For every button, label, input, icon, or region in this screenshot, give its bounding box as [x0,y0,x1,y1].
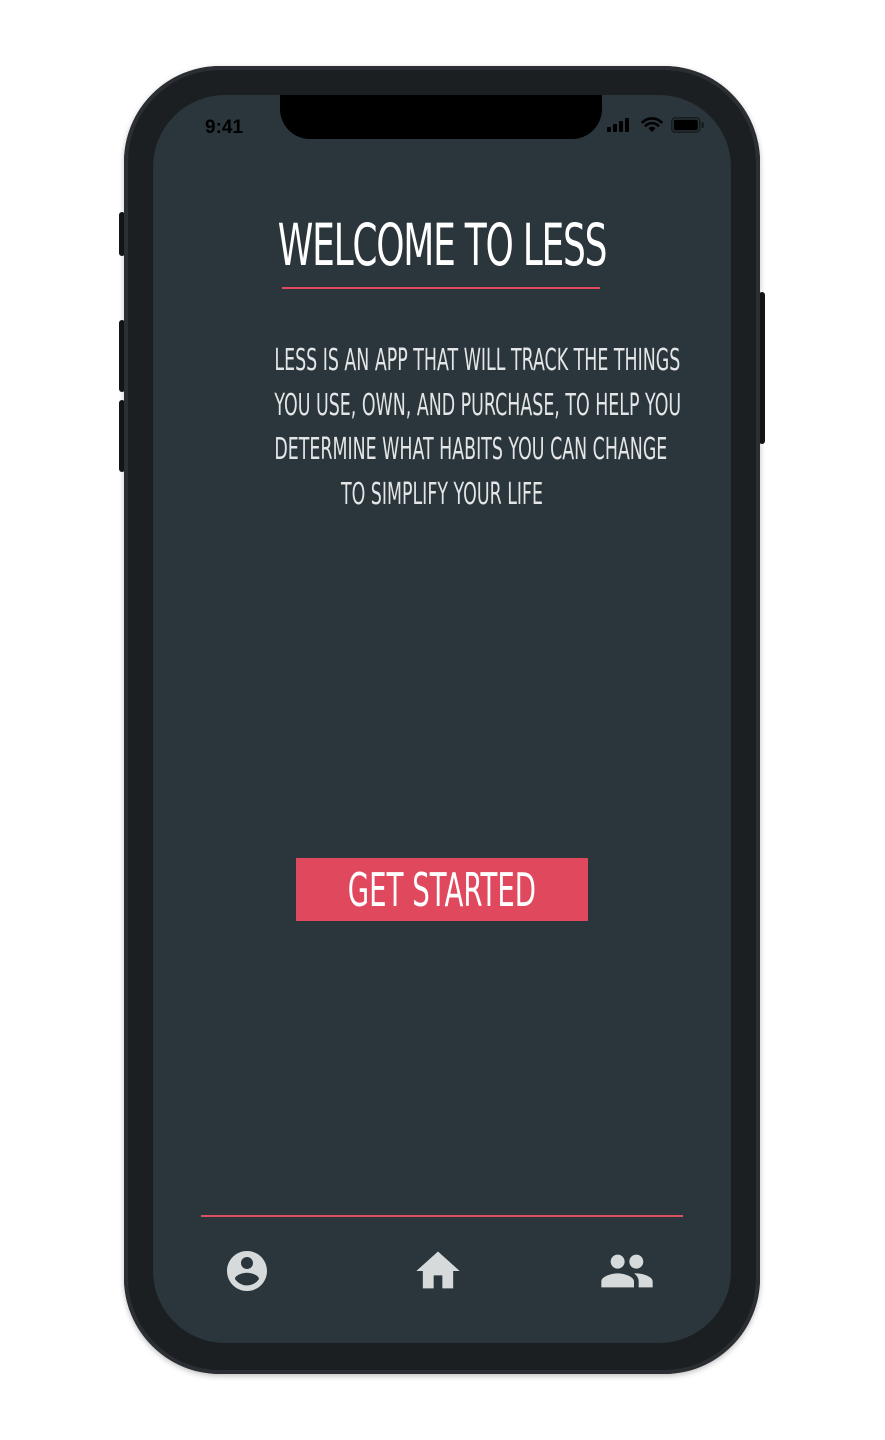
page-title: WELCOME TO LESS [277,211,608,279]
status-time: 9:41 [205,117,244,138]
bottom-tab-bar [153,1235,731,1307]
description-line: YOU USE, OWN, AND PURCHASE, TO HELP YOU [274,387,682,423]
people-icon [601,1254,653,1288]
notch [280,95,602,139]
home-icon [416,1251,460,1289]
account-circle-icon [227,1251,267,1291]
app-description: LESS IS AN APP THAT WILL TRACK THE THING… [153,339,731,517]
cellular-signal-icon [607,118,629,132]
tab-profile[interactable] [217,1245,277,1297]
status-icons [607,117,705,133]
app-screen: 9:41 WELCOME TO LESS LESS IS AN APP THAT… [153,95,731,1343]
tab-home[interactable] [408,1245,468,1297]
title-underline [282,287,600,289]
tab-people[interactable] [597,1245,657,1297]
battery-icon [671,117,704,133]
get-started-button[interactable]: GET STARTED [296,858,588,921]
wifi-icon [641,117,663,132]
page: 9:41 WELCOME TO LESS LESS IS AN APP THAT… [0,0,885,1440]
description-line: TO SIMPLIFY YOUR LIFE [340,476,544,512]
get-started-label: GET STARTED [347,862,537,917]
tab-bar-divider [201,1215,683,1217]
description-line: LESS IS AN APP THAT WILL TRACK THE THING… [274,343,681,378]
description-line: DETERMINE WHAT HABITS YOU CAN CHANGE [274,432,668,467]
